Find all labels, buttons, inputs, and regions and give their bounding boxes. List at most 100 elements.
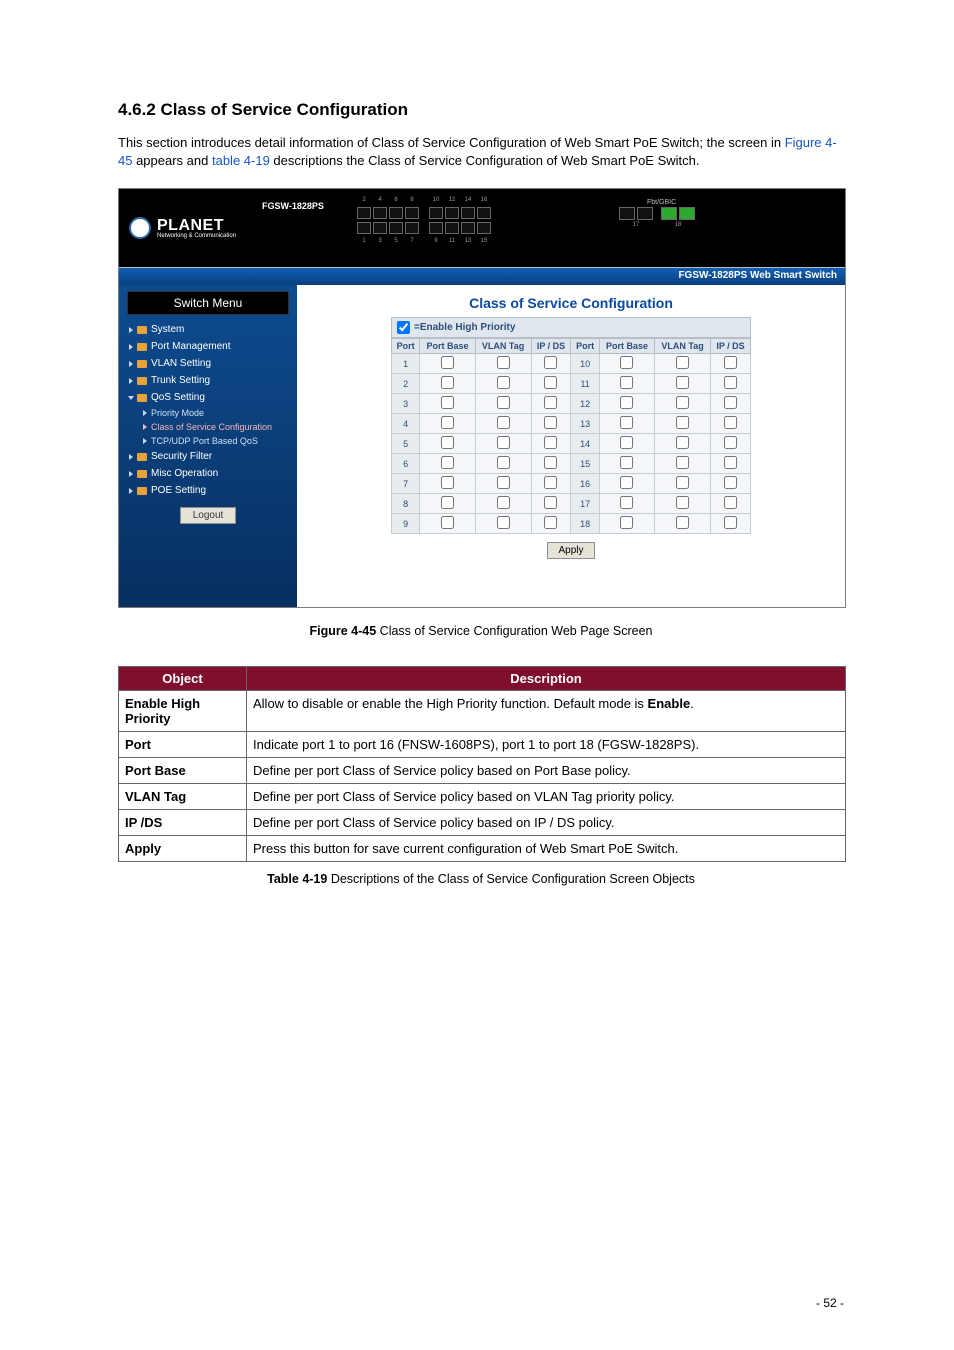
port-number: 14 <box>571 434 599 454</box>
cos-checkbox[interactable] <box>724 476 737 489</box>
cos-checkbox[interactable] <box>544 376 557 389</box>
port-number: 6 <box>392 454 420 474</box>
cos-checkbox[interactable] <box>544 516 557 529</box>
cos-checkbox[interactable] <box>497 496 510 509</box>
sidebar-item-qos-setting[interactable]: QoS Setting <box>119 389 297 406</box>
port-number: 15 <box>571 454 599 474</box>
sidebar-item-system[interactable]: System <box>119 321 297 338</box>
cos-checkbox[interactable] <box>441 376 454 389</box>
cos-checkbox[interactable] <box>620 516 633 529</box>
table-row: 6 15 <box>392 454 751 474</box>
table-caption-text: Descriptions of the Class of Service Con… <box>327 872 695 886</box>
cos-checkbox[interactable] <box>441 496 454 509</box>
cos-checkbox[interactable] <box>724 456 737 469</box>
sidebar-item-port-management[interactable]: Port Management <box>119 338 297 355</box>
cos-checkbox[interactable] <box>620 496 633 509</box>
cos-checkbox[interactable] <box>724 356 737 369</box>
cos-checkbox[interactable] <box>544 436 557 449</box>
cos-checkbox[interactable] <box>497 356 510 369</box>
table-caption: Table 4-19 Descriptions of the Class of … <box>118 872 844 886</box>
device-topbar: PLANET Networking & Communication FGSW-1… <box>119 189 845 267</box>
cos-checkbox[interactable] <box>441 436 454 449</box>
port-diagram: 21 43 65 87 109 1211 1413 1615 <box>357 197 491 244</box>
figure-caption-bold: Figure 4-45 <box>310 624 377 638</box>
gbic-label: Fbt/GBIC <box>647 199 676 206</box>
sidebar-item-misc-operation[interactable]: Misc Operation <box>119 465 297 482</box>
sidebar-sub-cos-config[interactable]: Class of Service Configuration <box>119 420 297 434</box>
cos-checkbox[interactable] <box>724 496 737 509</box>
table-row: 5 14 <box>392 434 751 454</box>
cos-checkbox[interactable] <box>724 516 737 529</box>
cos-checkbox[interactable] <box>676 456 689 469</box>
cos-checkbox[interactable] <box>544 356 557 369</box>
cos-checkbox[interactable] <box>620 436 633 449</box>
cos-checkbox[interactable] <box>724 396 737 409</box>
desc-text: Define per port Class of Service policy … <box>247 784 846 810</box>
cos-checkbox[interactable] <box>676 416 689 429</box>
sidebar-item-security-filter[interactable]: Security Filter <box>119 448 297 465</box>
port-number: 5 <box>392 434 420 454</box>
cos-checkbox[interactable] <box>544 476 557 489</box>
cos-checkbox[interactable] <box>497 416 510 429</box>
cos-checkbox[interactable] <box>620 376 633 389</box>
port-number: 13 <box>571 414 599 434</box>
cos-checkbox[interactable] <box>497 396 510 409</box>
cos-checkbox[interactable] <box>497 476 510 489</box>
enable-high-priority-checkbox[interactable] <box>397 321 410 334</box>
col-port-r: Port <box>571 339 599 354</box>
cos-checkbox[interactable] <box>497 456 510 469</box>
logo-subtext: Networking & Communication <box>157 233 236 239</box>
sidebar-sub-priority-mode[interactable]: Priority Mode <box>119 406 297 420</box>
status-bar: FGSW-1828PS Web Smart Switch <box>119 268 845 285</box>
sidebar-item-vlan-setting[interactable]: VLAN Setting <box>119 355 297 372</box>
cos-checkbox[interactable] <box>620 456 633 469</box>
content-pane: Class of Service Configuration =Enable H… <box>297 285 845 607</box>
cos-checkbox[interactable] <box>724 376 737 389</box>
table-row: 817 <box>392 494 751 514</box>
cos-checkbox[interactable] <box>620 476 633 489</box>
cos-checkbox[interactable] <box>724 416 737 429</box>
desc-text: Indicate port 1 to port 16 (FNSW-1608PS)… <box>247 732 846 758</box>
folder-icon <box>137 394 147 402</box>
table-row: 716 <box>392 474 751 494</box>
sidebar-sub-tcpudp-qos[interactable]: TCP/UDP Port Based QoS <box>119 434 297 448</box>
cos-checkbox[interactable] <box>441 416 454 429</box>
cos-checkbox[interactable] <box>620 356 633 369</box>
cos-checkbox[interactable] <box>620 396 633 409</box>
sidebar-item-poe-setting[interactable]: POE Setting <box>119 482 297 499</box>
cos-checkbox[interactable] <box>544 396 557 409</box>
cos-checkbox[interactable] <box>724 436 737 449</box>
apply-button[interactable]: Apply <box>547 542 594 559</box>
cos-checkbox[interactable] <box>441 476 454 489</box>
logout-button[interactable]: Logout <box>180 507 236 524</box>
port-number: 7 <box>392 474 420 494</box>
cos-checkbox[interactable] <box>676 436 689 449</box>
folder-icon <box>137 470 147 478</box>
desc-text: Define per port Class of Service policy … <box>247 810 846 836</box>
cos-checkbox[interactable] <box>441 396 454 409</box>
content-title: Class of Service Configuration <box>297 285 845 317</box>
col-ip-ds-r: IP / DS <box>710 339 750 354</box>
cos-checkbox[interactable] <box>497 516 510 529</box>
cos-checkbox[interactable] <box>676 396 689 409</box>
sidebar-item-trunk-setting[interactable]: Trunk Setting <box>119 372 297 389</box>
cos-checkbox[interactable] <box>441 356 454 369</box>
table-link[interactable]: table 4-19 <box>212 153 270 168</box>
table-row: IP /DS Define per port Class of Service … <box>119 810 846 836</box>
cos-checkbox[interactable] <box>676 376 689 389</box>
cos-checkbox[interactable] <box>676 496 689 509</box>
cos-checkbox[interactable] <box>441 516 454 529</box>
cos-checkbox[interactable] <box>620 416 633 429</box>
cos-checkbox[interactable] <box>544 496 557 509</box>
sidebar: Switch Menu System Port Management VLAN … <box>119 285 297 607</box>
cos-checkbox[interactable] <box>676 356 689 369</box>
desc-obj: Apply <box>119 836 247 862</box>
cos-checkbox[interactable] <box>497 436 510 449</box>
intro-text-3: descriptions the Class of Service Config… <box>270 153 700 168</box>
cos-checkbox[interactable] <box>441 456 454 469</box>
cos-checkbox[interactable] <box>497 376 510 389</box>
cos-checkbox[interactable] <box>676 516 689 529</box>
cos-checkbox[interactable] <box>544 456 557 469</box>
cos-checkbox[interactable] <box>544 416 557 429</box>
cos-checkbox[interactable] <box>676 476 689 489</box>
